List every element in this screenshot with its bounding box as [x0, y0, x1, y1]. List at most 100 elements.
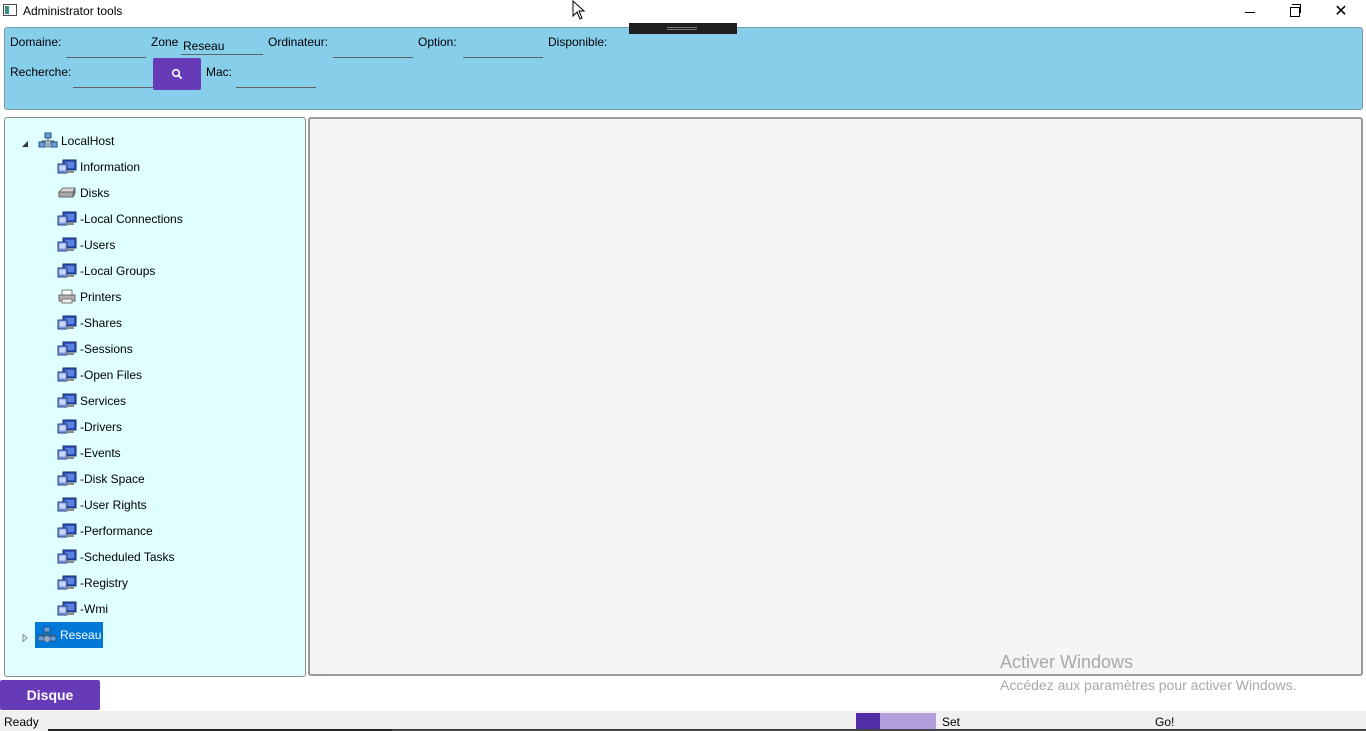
tree-item[interactable]: -Users	[57, 235, 115, 255]
tree-item[interactable]: -Shares	[57, 313, 122, 333]
title-bar[interactable]: Administrator tools ✕	[0, 0, 1366, 24]
zone-label: Zone	[151, 35, 179, 49]
tree-node-label: Reseau	[60, 628, 102, 642]
computer-icon	[57, 601, 77, 617]
restore-icon	[1290, 4, 1301, 17]
search-icon	[171, 68, 183, 80]
disponible-label: Disponible:	[548, 35, 608, 49]
tree-item[interactable]: -Local Groups	[57, 261, 155, 281]
status-text: Ready	[4, 715, 39, 729]
disque-button[interactable]: Disque	[0, 680, 100, 710]
tree-item[interactable]: -Performance	[57, 521, 153, 541]
computer-icon	[57, 393, 77, 409]
maximize-button[interactable]	[1272, 0, 1318, 24]
filter-panel: Domaine: Zone Ordinateur: Option: Dispon…	[4, 27, 1363, 110]
mac-field[interactable]	[236, 71, 316, 88]
computer-icon	[57, 211, 77, 227]
app-icon	[3, 4, 17, 16]
tree-item-label: Printers	[80, 290, 122, 304]
tree-item-label: Information	[80, 160, 141, 174]
go-label: Go!	[1155, 715, 1175, 729]
network-icon	[38, 132, 58, 150]
tree-item[interactable]: -Disk Space	[57, 469, 145, 489]
tree-item-label: -Scheduled Tasks	[80, 550, 175, 564]
tree-item[interactable]: -Sessions	[57, 339, 133, 359]
recherche-field[interactable]	[73, 71, 155, 88]
activation-watermark-subtitle: Accédez aux paramètres pour activer Wind…	[1000, 677, 1297, 693]
window-title: Administrator tools	[23, 4, 123, 18]
tree-item[interactable]: -Scheduled Tasks	[57, 547, 175, 567]
tree-item-label: -Disk Space	[80, 472, 145, 486]
tree-node-label: LocalHost	[61, 134, 115, 148]
computer-icon	[57, 237, 77, 253]
tree-item[interactable]: Information	[57, 157, 140, 177]
tree-item[interactable]: Printers	[57, 287, 121, 307]
tree-item-label: -User Rights	[80, 498, 147, 512]
tree-item-label: -Open Files	[80, 368, 143, 382]
minimize-button[interactable]	[1227, 0, 1273, 24]
computer-icon	[57, 549, 77, 565]
computer-icon	[57, 471, 77, 487]
zone-field[interactable]	[181, 38, 263, 55]
tree-item-label: Services	[80, 394, 127, 408]
disk-icon	[57, 185, 77, 201]
computer-icon	[57, 523, 77, 539]
tree-panel[interactable]: LocalHost Information Disks -Local Connecti…	[4, 117, 306, 677]
tree-item[interactable]: -Events	[57, 443, 121, 463]
tree-item[interactable]: Services	[57, 391, 126, 411]
tree-item[interactable]: Disks	[57, 183, 109, 203]
tree-item-label: Disks	[80, 186, 110, 200]
computer-icon	[57, 445, 77, 461]
app-window: Administrator tools ✕ Domaine: Zone Ordi…	[0, 0, 1366, 731]
close-button[interactable]: ✕	[1318, 0, 1364, 24]
computer-icon	[57, 367, 77, 383]
tree-item-label: -Events	[80, 446, 121, 460]
tree-item-label: -Drivers	[80, 420, 122, 434]
progress-bar	[856, 713, 936, 729]
tree-item[interactable]: -Local Connections	[57, 209, 183, 229]
selected-node: Reseau	[35, 622, 104, 648]
tree-item[interactable]: -User Rights	[57, 495, 147, 515]
option-label: Option:	[418, 35, 457, 49]
network-icon	[37, 626, 57, 644]
expand-arrow-icon[interactable]	[21, 631, 29, 643]
tree-item[interactable]: -Wmi	[57, 599, 108, 619]
search-button[interactable]	[153, 58, 201, 90]
tree-item-label: -Local Groups	[80, 264, 156, 278]
tree-item-label: -Local Connections	[80, 212, 183, 226]
recherche-label: Recherche:	[10, 65, 72, 79]
computer-icon	[57, 497, 77, 513]
set-label: Set	[942, 715, 961, 729]
mac-label: Mac:	[206, 65, 233, 79]
tree-item-label: -Performance	[80, 524, 153, 538]
drag-handle[interactable]	[629, 23, 737, 34]
tree-node-reseau[interactable]: Reseau	[21, 622, 104, 648]
computer-icon	[57, 263, 77, 279]
printer-icon	[57, 289, 77, 305]
domaine-field[interactable]	[66, 41, 146, 58]
ordinateur-field[interactable]	[333, 41, 413, 58]
computer-icon	[57, 341, 77, 357]
tree-item-label: -Wmi	[80, 602, 108, 616]
tree-item-label: -Shares	[80, 316, 123, 330]
domaine-label: Domaine:	[10, 35, 62, 49]
activation-watermark-title: Activer Windows	[1000, 652, 1134, 672]
tree-item[interactable]: -Registry	[57, 573, 128, 593]
tree-view: LocalHost Information Disks -Local Connecti…	[5, 118, 305, 676]
option-field[interactable]	[463, 41, 543, 58]
computer-icon	[57, 575, 77, 591]
tree-item[interactable]: -Open Files	[57, 365, 142, 385]
tree-item-label: -Sessions	[80, 342, 133, 356]
tree-item[interactable]: -Drivers	[57, 417, 122, 437]
minimize-icon	[1245, 11, 1255, 13]
collapse-arrow-icon[interactable]	[21, 137, 29, 147]
computer-icon	[57, 419, 77, 435]
content-panel[interactable]	[308, 117, 1363, 676]
tree-item-label: -Users	[80, 238, 116, 252]
tree-node-localhost[interactable]: LocalHost	[21, 131, 114, 151]
computer-icon	[57, 159, 77, 175]
status-bar: Ready Set Go!	[0, 711, 1366, 731]
ordinateur-label: Ordinateur:	[268, 35, 329, 49]
computer-icon	[57, 315, 77, 331]
close-icon: ✕	[1334, 3, 1348, 20]
